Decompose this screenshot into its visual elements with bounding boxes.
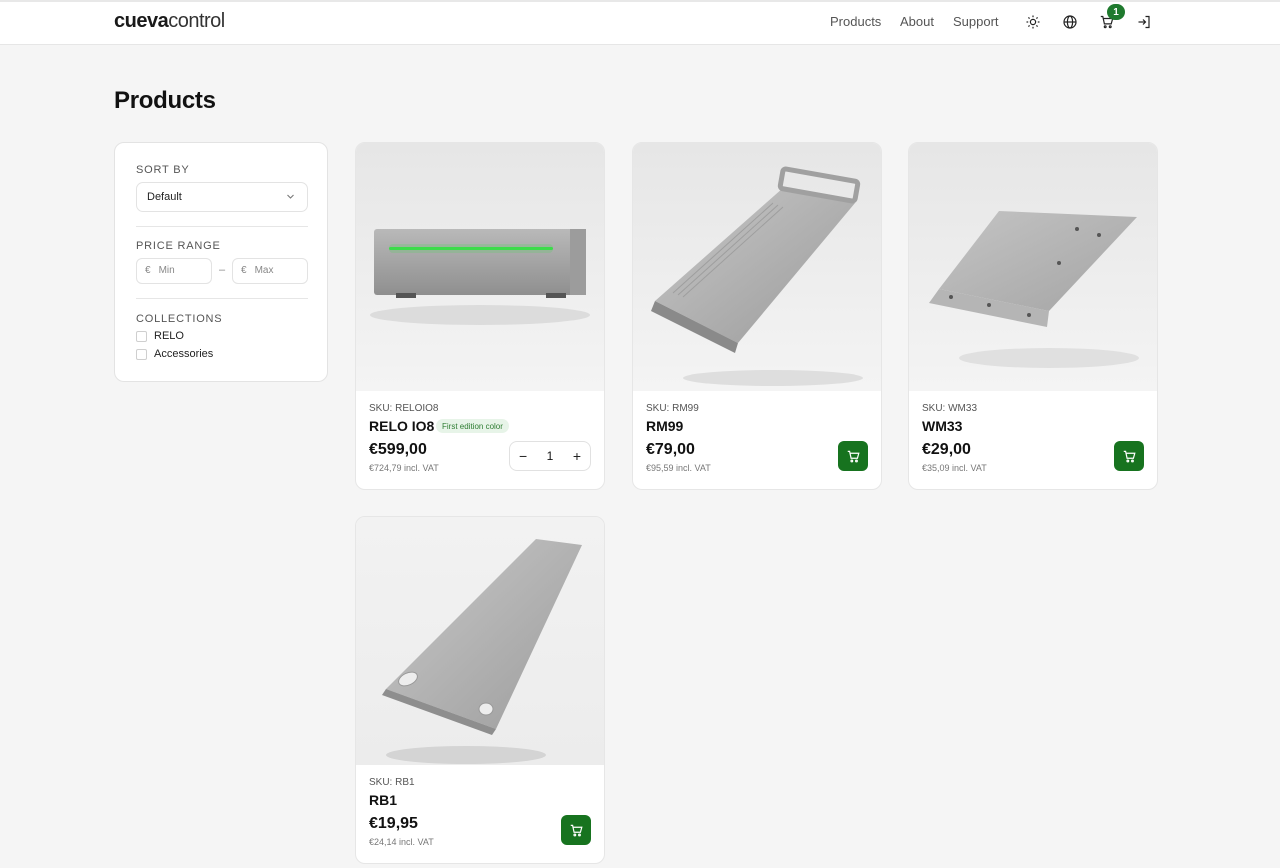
price-max-input[interactable]: € Max: [232, 258, 308, 284]
product-price: €19,95: [369, 815, 418, 832]
product-price: €29,00: [922, 441, 971, 458]
product-name[interactable]: RM99: [646, 418, 683, 434]
product-price-incl-vat: €24,14 incl. VAT: [369, 837, 434, 847]
divider: [136, 298, 308, 299]
product-price: €79,00: [646, 441, 695, 458]
filter-panel: SORT BY Default PRICE RANGE € Min – € Max …: [114, 142, 328, 382]
language-globe-icon[interactable]: [1061, 13, 1079, 31]
product-name[interactable]: RELO IO8: [369, 418, 434, 434]
add-to-cart-button[interactable]: [838, 441, 868, 471]
collection-filter-accessories[interactable]: Accessories: [136, 348, 213, 360]
product-sku: SKU: RB1: [369, 777, 415, 788]
product-card-rm99[interactable]: SKU: RM99 RM99 €79,00 €95,59 incl. VAT: [632, 142, 882, 490]
cart-icon: [570, 824, 583, 836]
price-min-input[interactable]: € Min: [136, 258, 212, 284]
product-card-relo-io8[interactable]: SKU: RELOIO8 RELO IO8 First edition colo…: [355, 142, 605, 490]
checkbox[interactable]: [136, 348, 147, 360]
product-sku: SKU: RELOIO8: [369, 403, 439, 414]
sign-in-icon[interactable]: [1135, 13, 1153, 31]
product-name[interactable]: WM33: [922, 418, 962, 434]
product-image-rb1[interactable]: [356, 517, 604, 765]
product-price-incl-vat: €35,09 incl. VAT: [922, 463, 987, 473]
page-title: Products: [114, 87, 216, 114]
chevron-down-icon: [286, 192, 295, 204]
product-sku: SKU: WM33: [922, 403, 978, 414]
cart-icon: [1123, 450, 1136, 462]
theme-toggle-sun-icon[interactable]: [1024, 13, 1042, 31]
price-range-separator: –: [219, 264, 226, 276]
product-card-rb1[interactable]: SKU: RB1 RB1 €19,95 €24,14 incl. VAT: [355, 516, 605, 864]
top-navigation-bar: cuevacontrol Products About Support 1: [0, 0, 1280, 45]
sort-by-value: Default: [147, 191, 182, 203]
product-price-incl-vat: €95,59 incl. VAT: [646, 463, 711, 473]
increase-quantity-button[interactable]: +: [573, 449, 581, 463]
checkbox[interactable]: [136, 330, 147, 342]
product-sku: SKU: RM99: [646, 403, 699, 414]
cart-icon: [847, 450, 860, 462]
product-price-incl-vat: €724,79 incl. VAT: [369, 463, 439, 473]
nav-link-products[interactable]: Products: [830, 14, 881, 29]
sort-by-label: SORT BY: [136, 164, 190, 176]
add-to-cart-button[interactable]: [1114, 441, 1144, 471]
nav-link-about[interactable]: About: [900, 14, 934, 29]
product-image-relo-io8[interactable]: [356, 143, 604, 391]
quantity-value: 1: [546, 449, 554, 463]
product-image-rm99[interactable]: [633, 143, 881, 391]
product-price: €599,00: [369, 441, 427, 458]
cart-count-badge: 1: [1107, 4, 1125, 20]
decrease-quantity-button[interactable]: −: [519, 449, 527, 463]
collections-label: COLLECTIONS: [136, 313, 223, 325]
product-name[interactable]: RB1: [369, 792, 397, 808]
brand-logo[interactable]: cuevacontrol: [114, 10, 225, 33]
sort-by-select[interactable]: Default: [136, 182, 308, 212]
quantity-stepper: − 1 +: [509, 441, 591, 471]
price-range-label: PRICE RANGE: [136, 240, 221, 252]
first-edition-badge: First edition color: [436, 419, 509, 433]
collection-filter-relo[interactable]: RELO: [136, 330, 184, 342]
product-image-wm33[interactable]: [909, 143, 1157, 391]
nav-link-support[interactable]: Support: [953, 14, 999, 29]
product-card-wm33[interactable]: SKU: WM33 WM33 €29,00 €35,09 incl. VAT: [908, 142, 1158, 490]
add-to-cart-button[interactable]: [561, 815, 591, 845]
divider: [136, 226, 308, 227]
